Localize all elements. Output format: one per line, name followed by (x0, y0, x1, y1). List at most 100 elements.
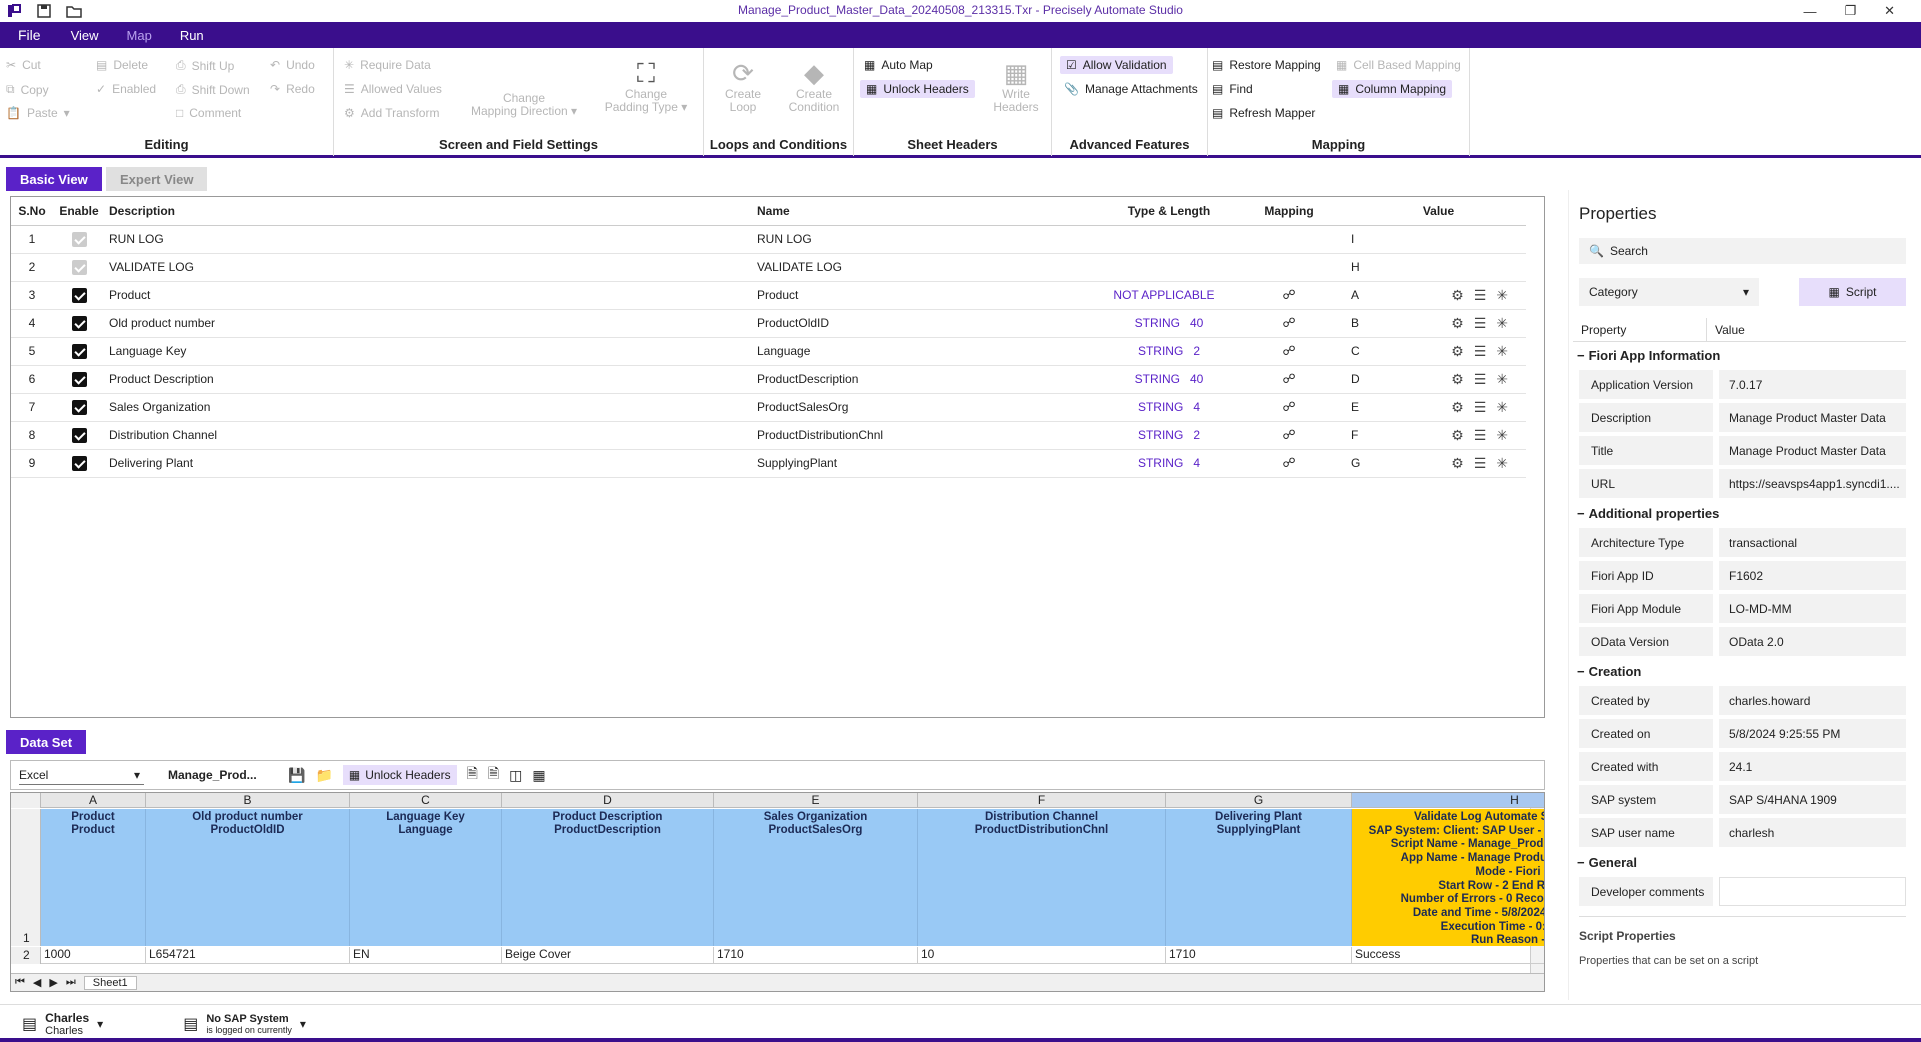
asterisk-icon[interactable]: ✳ (1496, 427, 1508, 444)
table-row[interactable]: 9 Delivering Plant SupplyingPlant STRING 4 ☍… (11, 449, 1526, 478)
mapping-link-icon[interactable]: ☍ (1282, 343, 1295, 358)
enable-checkbox[interactable] (71, 455, 87, 471)
column-header[interactable]: D (502, 793, 714, 808)
col-mapping[interactable]: Mapping (1227, 197, 1347, 226)
column-header[interactable]: H (1352, 793, 1544, 808)
tab-data-set[interactable]: Data Set (6, 730, 87, 754)
unlock-headers-button[interactable]: ▦ Unlock Headers (860, 80, 975, 98)
mapping-link-icon[interactable]: ☍ (1282, 315, 1295, 330)
enabled-button[interactable]: ✓ Enabled (96, 82, 156, 96)
list-icon[interactable]: ☰ (1474, 287, 1487, 304)
columns-icon[interactable]: ◫ (509, 767, 522, 784)
cell-based-mapping-button[interactable]: ▦ Cell Based Mapping (1336, 58, 1461, 72)
prev-sheet-icon[interactable]: ◀ (33, 976, 41, 989)
last-sheet-icon[interactable]: ⏭ (66, 976, 76, 989)
excel-icon[interactable]: ▦ (532, 767, 545, 784)
header-cell[interactable]: Sales Organization ProductSalesOrg (714, 809, 918, 946)
property-value[interactable] (1719, 877, 1906, 906)
require-data-button[interactable]: ✳ Require Data (344, 58, 431, 72)
shift-down-button[interactable]: ⎙ Shift Down (176, 82, 250, 97)
asterisk-icon[interactable]: ✳ (1496, 455, 1508, 472)
data-cell[interactable]: 1000 (41, 947, 146, 964)
cut-button[interactable]: ✂ Cut (6, 58, 41, 72)
property-section-header[interactable]: − Additional properties (1573, 500, 1906, 526)
asterisk-icon[interactable]: ✳ (1496, 315, 1508, 332)
property-section-header[interactable]: − Fiori App Information (1573, 342, 1906, 368)
next-sheet-icon[interactable]: ▶ (49, 976, 57, 989)
spreadsheet[interactable]: ⏮ ◀ ▶ ⏭ Sheet1 1 2 A Product Product 1000 B Old… (10, 792, 1545, 992)
table-row[interactable]: 4 Old product number ProductOldID STRING 40… (11, 309, 1526, 338)
data-cell[interactable]: EN (350, 947, 502, 964)
list-icon[interactable]: ☰ (1474, 427, 1487, 444)
sap-system-menu[interactable]: ▤ No SAP System is logged on currently ▾ (183, 1013, 306, 1035)
write-headers-button[interactable]: ▦ Write Headers (986, 58, 1046, 114)
row-value-cell[interactable]: I (1347, 225, 1526, 254)
tab-expert-view[interactable]: Expert View (106, 167, 208, 191)
shift-up-button[interactable]: ⎙ Shift Up (176, 58, 234, 73)
asterisk-icon[interactable]: ✳ (1496, 371, 1508, 388)
export-icon[interactable]: 🗎 (488, 763, 499, 787)
manage-attachments-button[interactable]: 📎 Manage Attachments (1064, 82, 1198, 96)
column-header[interactable]: E (714, 793, 918, 808)
transform-icon[interactable]: ⚙ (1451, 287, 1464, 304)
table-row[interactable]: 5 Language Key Language STRING 2 ☍ C ⚙ ☰ ✳ (11, 337, 1526, 366)
row-value-cell[interactable]: F ⚙ ☰ ✳ (1347, 421, 1526, 450)
add-transform-button[interactable]: ⚙ Add Transform (344, 106, 439, 120)
column-header[interactable]: B (146, 793, 350, 808)
find-button[interactable]: ▤ Find (1212, 82, 1253, 96)
col-enable[interactable]: Enable (49, 197, 105, 226)
col-description[interactable]: Description (105, 197, 753, 226)
property-section-header[interactable]: − Creation (1573, 658, 1906, 684)
column-header[interactable]: F (918, 793, 1166, 808)
col-name[interactable]: Name (753, 197, 1107, 226)
save-icon[interactable]: 💾 (288, 767, 305, 784)
enable-checkbox[interactable] (71, 343, 87, 359)
transform-icon[interactable]: ⚙ (1451, 427, 1464, 444)
row-value-cell[interactable]: G ⚙ ☰ ✳ (1347, 449, 1526, 478)
enable-checkbox[interactable] (71, 315, 87, 331)
change-padding-type-button[interactable]: ⛶ Change Padding Type ▾ (596, 58, 696, 114)
list-icon[interactable]: ☰ (1474, 315, 1487, 332)
list-icon[interactable]: ☰ (1474, 399, 1487, 416)
close-icon[interactable]: ✕ (1884, 3, 1895, 19)
paste-button[interactable]: 📋 Paste ▾ (6, 106, 70, 120)
table-row[interactable]: 6 Product Description ProductDescription ST… (11, 365, 1526, 394)
transform-icon[interactable]: ⚙ (1451, 371, 1464, 388)
header-cell[interactable]: Old product number ProductOldID (146, 809, 350, 946)
minimize-icon[interactable]: — (1803, 4, 1816, 19)
copy-button[interactable]: ⧉ Copy (6, 82, 49, 97)
enable-checkbox[interactable] (71, 287, 87, 303)
row-value-cell[interactable]: C ⚙ ☰ ✳ (1347, 337, 1526, 366)
property-section-header[interactable]: − General (1573, 849, 1906, 875)
list-icon[interactable]: ☰ (1474, 371, 1487, 388)
col-type-length[interactable]: Type & Length (1107, 197, 1227, 226)
list-icon[interactable]: ☰ (1474, 343, 1487, 360)
enable-checkbox[interactable] (71, 371, 87, 387)
row-value-cell[interactable]: H (1347, 253, 1526, 282)
column-header[interactable]: C (350, 793, 502, 808)
script-button[interactable]: ▦ Script (1799, 278, 1906, 306)
save-icon[interactable] (36, 3, 52, 19)
category-select[interactable]: Category ▾ (1579, 278, 1759, 306)
transform-icon[interactable]: ⚙ (1451, 315, 1464, 332)
header-cell[interactable]: Product Description ProductDescription (502, 809, 714, 946)
col-sno[interactable]: S.No (11, 197, 49, 226)
menu-map[interactable]: Map (113, 28, 166, 43)
row-header-1[interactable]: 1 (11, 809, 41, 946)
properties-search-input[interactable]: 🔍 Search (1579, 238, 1906, 264)
enable-checkbox[interactable] (71, 399, 87, 415)
first-sheet-icon[interactable]: ⏮ (15, 976, 25, 989)
column-header[interactable]: G (1166, 793, 1352, 808)
header-cell[interactable]: Product Product (41, 809, 146, 946)
list-icon[interactable]: ☰ (1474, 455, 1487, 472)
allowed-values-button[interactable]: ☰ Allowed Values (344, 82, 442, 96)
enable-checkbox[interactable] (71, 259, 87, 275)
tab-basic-view[interactable]: Basic View (6, 167, 102, 191)
data-cell[interactable]: Success (1352, 947, 1544, 964)
data-cell[interactable]: 1710 (1166, 947, 1352, 964)
create-loop-button[interactable]: ⟳ Create Loop (718, 58, 768, 114)
restore-icon[interactable]: ❐ (1844, 3, 1856, 19)
table-row[interactable]: 1 RUN LOG RUN LOG I (11, 225, 1526, 254)
mapping-link-icon[interactable]: ☍ (1282, 399, 1295, 414)
create-condition-button[interactable]: ◆ Create Condition (784, 58, 844, 114)
